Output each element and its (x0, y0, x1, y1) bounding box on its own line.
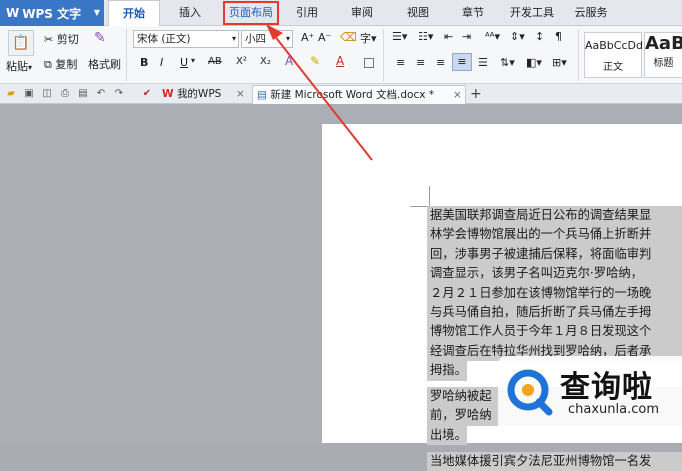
arrow-head (266, 24, 283, 40)
text-line: 当地媒体援引宾夕法尼亚州博物馆一名发 (427, 451, 682, 471)
watermark-url: chaxunla.com (568, 402, 659, 417)
search-logo-icon (507, 369, 553, 416)
watermark: 查询啦 chaxunla.com (498, 356, 682, 443)
watermark-brand: 查询啦 (560, 370, 653, 405)
arrow-shaft (269, 29, 373, 161)
